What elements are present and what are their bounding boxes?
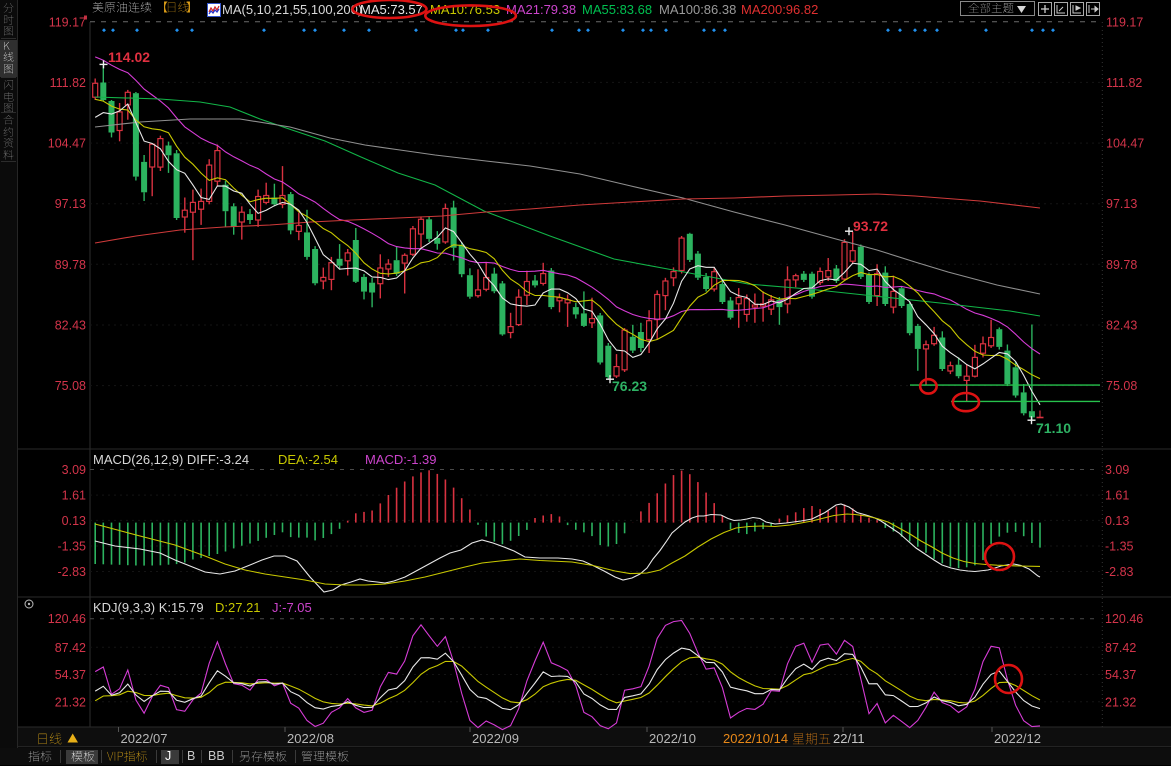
svg-text:KDJ(9,3,3) K:15.79: KDJ(9,3,3) K:15.79 (93, 600, 204, 615)
svg-text:82.43: 82.43 (1106, 319, 1137, 333)
svg-text:97.13: 97.13 (55, 197, 86, 211)
svg-text:-1.35: -1.35 (58, 540, 87, 554)
svg-text:2022/10: 2022/10 (649, 731, 696, 746)
svg-text:-1.35: -1.35 (1105, 540, 1134, 554)
svg-text:120.46: 120.46 (1105, 612, 1143, 626)
svg-text:-2.83: -2.83 (58, 565, 87, 579)
svg-text:MACD:-1.39: MACD:-1.39 (365, 452, 437, 467)
svg-text:2022/08: 2022/08 (287, 731, 334, 746)
svg-text:87.42: 87.42 (1105, 641, 1136, 655)
svg-text:D:27.21: D:27.21 (215, 600, 261, 615)
svg-text:104.47: 104.47 (48, 137, 86, 151)
svg-text:104.47: 104.47 (1106, 137, 1144, 151)
svg-text:2022/07: 2022/07 (121, 731, 168, 746)
svg-text:21.32: 21.32 (1105, 695, 1136, 709)
svg-text:3.09: 3.09 (62, 463, 86, 477)
svg-text:3.09: 3.09 (1105, 463, 1129, 477)
svg-text:87.42: 87.42 (55, 641, 86, 655)
svg-text:89.78: 89.78 (1106, 258, 1137, 272)
svg-text:89.78: 89.78 (55, 258, 86, 272)
svg-text:2022/10/14: 2022/10/14 (723, 731, 788, 746)
svg-text:54.37: 54.37 (1105, 668, 1136, 682)
svg-text:2022/12: 2022/12 (994, 731, 1041, 746)
svg-text:111.82: 111.82 (50, 76, 86, 90)
svg-text:54.37: 54.37 (55, 668, 86, 682)
svg-text:97.13: 97.13 (1106, 197, 1137, 211)
svg-text:76.23: 76.23 (612, 378, 647, 394)
svg-text:0.13: 0.13 (62, 514, 86, 528)
svg-text:22/11: 22/11 (833, 731, 865, 746)
svg-text:J:-7.05: J:-7.05 (272, 600, 312, 615)
svg-text:114.02: 114.02 (108, 49, 150, 65)
svg-text:75.08: 75.08 (1106, 379, 1137, 393)
svg-text:MACD(26,12,9) DIFF:-3.24: MACD(26,12,9) DIFF:-3.24 (93, 452, 249, 467)
svg-text:111.82: 111.82 (1106, 76, 1142, 90)
svg-text:-2.83: -2.83 (1105, 565, 1134, 579)
svg-text:2022/09: 2022/09 (472, 731, 519, 746)
svg-text:1.61: 1.61 (1105, 489, 1129, 503)
svg-text:71.10: 71.10 (1036, 420, 1071, 436)
svg-text:21.32: 21.32 (55, 695, 86, 709)
svg-text:120.46: 120.46 (48, 612, 86, 626)
svg-text:1.61: 1.61 (62, 489, 86, 503)
svg-text:0.13: 0.13 (1105, 514, 1129, 528)
svg-text:DEA:-2.54: DEA:-2.54 (278, 452, 338, 467)
svg-text:75.08: 75.08 (55, 379, 86, 393)
svg-text:119.17: 119.17 (1106, 15, 1143, 29)
svg-text:119.17: 119.17 (49, 15, 86, 29)
svg-text:82.43: 82.43 (55, 319, 86, 333)
svg-text:93.72: 93.72 (853, 218, 888, 234)
